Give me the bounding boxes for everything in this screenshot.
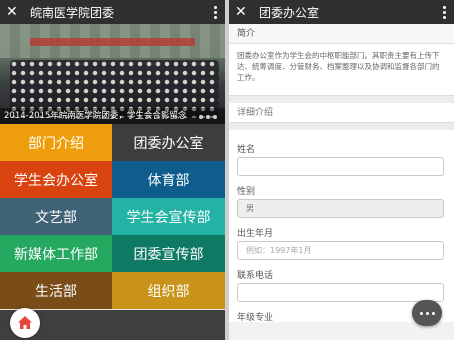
phone-label: 联系电话: [237, 271, 274, 281]
department-tile[interactable]: 学生会宣传部: [112, 198, 225, 235]
divider: [229, 123, 454, 130]
right-top-bar: ✕ 团委办公室: [229, 0, 454, 24]
home-icon: [18, 316, 32, 329]
left-top-bar: ✕ 皖南医学院团委: [0, 0, 225, 24]
banner-sign-image: [30, 38, 195, 46]
gender-label: 性别: [237, 187, 256, 197]
department-grid: 部门介绍 团委办公室 学生会办公室 体育部 文艺部 学生会宣传部 新媒体工作部 团委宣传部 生活…: [0, 124, 225, 309]
birth-label: 出生年月: [237, 229, 274, 239]
department-tile[interactable]: 文艺部: [0, 198, 112, 235]
left-screen: ✕ 皖南医学院团委 2014-2015年皖南医学院团委，学生会合影留念 部门介绍…: [0, 0, 225, 340]
intro-text: 团委办公室作为学生会的中枢职能部门。其职责主要有上传下达、统筹调度、分管财务、档…: [229, 44, 454, 96]
birth-field[interactable]: 例如：1997年1月: [237, 241, 444, 260]
department-tile[interactable]: 体育部: [112, 161, 225, 198]
more-icon[interactable]: [440, 5, 448, 19]
department-tile[interactable]: 团委宣传部: [112, 235, 225, 272]
department-tile[interactable]: 新媒体工作部: [0, 235, 112, 272]
gender-select[interactable]: 男: [237, 199, 444, 218]
department-tile[interactable]: 学生会办公室: [0, 161, 112, 198]
close-icon[interactable]: ✕: [6, 5, 24, 19]
divider: [229, 96, 454, 103]
page-title: 皖南医学院团委: [30, 5, 115, 20]
department-tile[interactable]: 组织部: [112, 272, 225, 309]
phone-field[interactable]: [237, 283, 444, 302]
right-screen: ✕ 团委办公室 简介 团委办公室作为学生会的中枢职能部门。其职责主要有上传下达、…: [229, 0, 454, 340]
photo-banner[interactable]: 2014-2015年皖南医学院团委，学生会合影留念: [0, 24, 225, 124]
page-title: 团委办公室: [259, 5, 320, 20]
close-icon[interactable]: ✕: [235, 5, 253, 19]
signup-form: 姓名 性别 男 出生年月 例如：1997年1月 联系电话 年级专业: [229, 130, 454, 323]
detail-link[interactable]: 详细介绍: [229, 103, 454, 123]
banner-caption: 2014-2015年皖南医学院团委，学生会合影留念: [0, 108, 225, 124]
intro-header: 简介: [229, 24, 454, 44]
home-button[interactable]: [10, 308, 40, 338]
more-icon[interactable]: [211, 5, 219, 19]
department-tile[interactable]: 部门介绍: [0, 124, 112, 161]
name-label: 姓名: [237, 145, 256, 155]
carousel-dots[interactable]: [199, 115, 217, 119]
more-options-button[interactable]: [412, 300, 442, 326]
name-field[interactable]: [237, 157, 444, 176]
department-tile[interactable]: 团委办公室: [112, 124, 225, 161]
department-tile[interactable]: 生活部: [0, 272, 112, 309]
